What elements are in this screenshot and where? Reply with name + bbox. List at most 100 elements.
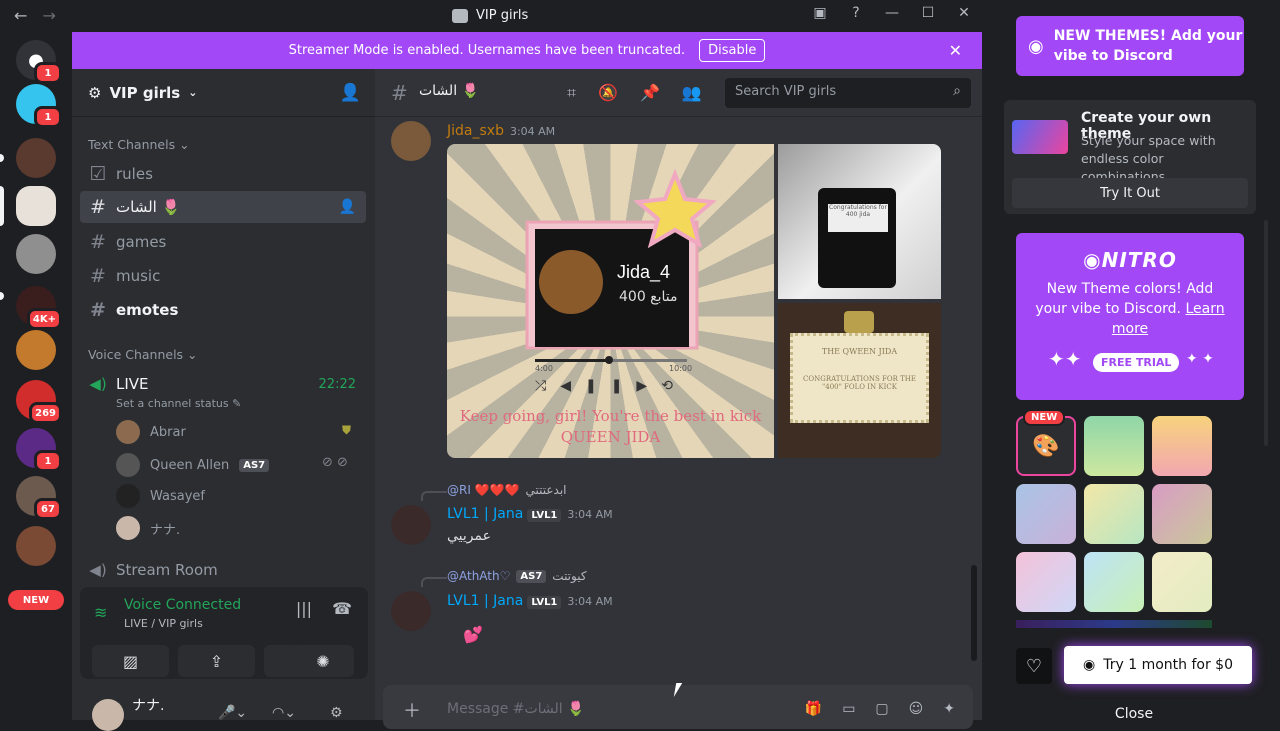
theme-swatch[interactable]	[1084, 484, 1144, 544]
window-controls: ▣ ? — ☐ ✕	[812, 5, 972, 21]
sticker-icon[interactable]: ▢	[875, 701, 888, 717]
hash-icon: #	[90, 299, 106, 321]
disable-button[interactable]: Disable	[699, 39, 766, 62]
channel-status[interactable]: Set a channel status ✎	[116, 397, 241, 410]
forward-arrow-icon[interactable]: →	[43, 6, 56, 25]
close-window-icon[interactable]: ✕	[956, 5, 972, 21]
camera-button[interactable]: ▨	[92, 645, 169, 677]
theme-swatch[interactable]	[1152, 552, 1212, 612]
reply-preview[interactable]: @AthAth♡ AS7 كيوتتت	[421, 569, 587, 587]
discord-home-icon[interactable]: ● 1	[16, 40, 62, 84]
cert-title: THE QWEEN JIDA	[821, 347, 898, 356]
theme-swatch[interactable]	[1084, 552, 1144, 612]
pin-icon[interactable]: 📌	[640, 83, 660, 103]
search-input[interactable]: Search VIP girls ⌕	[725, 78, 971, 108]
theme-swatch[interactable]	[1084, 416, 1144, 476]
server-icon[interactable]: 1	[16, 428, 62, 472]
channel-label: LIVE	[116, 375, 149, 393]
player-controls: ⤮◀❚❚▶⟲	[535, 378, 687, 394]
attach-icon[interactable]: ＋	[403, 697, 421, 723]
channel-label: الشات 🌷	[116, 198, 181, 216]
invite-icon[interactable]: 👤	[339, 199, 356, 215]
notifications-icon[interactable]: 🔕	[598, 83, 618, 103]
voice-status-title[interactable]: Voice Connected	[124, 597, 241, 613]
add-member-icon[interactable]: 👤	[340, 83, 361, 103]
voice-user[interactable]: ナナ.	[116, 514, 180, 542]
server-icon[interactable]: 67	[16, 476, 62, 520]
signal-icon[interactable]: ≋	[94, 603, 107, 622]
attachment-image[interactable]: THE QWEEN JIDA CONGRATULATIONS FOR THE "…	[778, 303, 941, 458]
server-icon[interactable]: 269	[16, 380, 62, 424]
close-icon[interactable]: ✕	[949, 41, 962, 60]
scrollbar[interactable]	[1264, 220, 1268, 446]
favorite-button[interactable]: ♡	[1016, 648, 1052, 684]
voice-user[interactable]: Queen Allen AS7	[116, 451, 270, 479]
new-themes-promo[interactable]: ◉ NEW THEMES! Add your vibe to Discord	[1016, 16, 1244, 76]
server-icon[interactable]	[16, 234, 56, 274]
message-author[interactable]: LVL1 | Jana LVL1 3:04 AM	[447, 593, 613, 609]
voice-channel-stream-room[interactable]: ◀) Stream Room	[80, 554, 366, 586]
attachment-image[interactable]: Jida_4 400 متابع 4:00 10:00 ⤮◀❚❚▶⟲ Keep …	[447, 144, 774, 458]
server-icon[interactable]	[16, 526, 56, 566]
headphones-icon[interactable]: ◠⌄	[272, 705, 296, 721]
channel-music[interactable]: # music	[80, 260, 366, 292]
channel-rules[interactable]: ☑ rules	[80, 158, 366, 190]
maximize-icon[interactable]: ☐	[920, 5, 936, 21]
username[interactable]: ナナ.	[132, 695, 164, 715]
user-settings-icon[interactable]: ⚙	[330, 705, 343, 721]
server-icon[interactable]	[16, 330, 56, 370]
voice-user-name: ナナ.	[150, 522, 181, 538]
voice-channel-live[interactable]: ◀) LIVE 22:22	[80, 368, 366, 400]
channel-games[interactable]: # games	[80, 226, 366, 258]
avatar[interactable]	[92, 699, 124, 731]
voice-user[interactable]: Wasayef	[116, 482, 205, 510]
live-timer: 22:22	[318, 376, 356, 392]
theme-swatch[interactable]	[1016, 484, 1076, 544]
avatar[interactable]	[391, 591, 431, 631]
create-theme-card: Create your own theme Style your space w…	[1004, 100, 1256, 214]
avatar[interactable]	[391, 121, 431, 161]
member-list-icon[interactable]: 👥	[682, 83, 702, 103]
channel-chat[interactable]: # الشات 🌷 👤	[80, 191, 366, 223]
server-icon[interactable]: 4K+	[16, 286, 62, 330]
server-icon[interactable]: 1	[16, 84, 62, 128]
help-icon[interactable]: ?	[848, 5, 864, 21]
scrollbar[interactable]	[971, 565, 977, 661]
category-voice-channels[interactable]: Voice Channels ⌄	[88, 347, 198, 362]
server-icon[interactable]	[16, 138, 56, 178]
emoji-icon[interactable]: ☺	[909, 701, 924, 717]
reply-preview[interactable]: @RI ❤️❤️❤️ ابدعتتتي	[421, 483, 567, 501]
screen-share-button[interactable]: ⇪	[178, 645, 255, 677]
inbox-icon[interactable]: ▣	[812, 5, 828, 21]
voice-user[interactable]: Abrar	[116, 418, 186, 446]
streamer-mode-banner: Streamer Mode is enabled. Usernames have…	[72, 32, 982, 69]
message-author[interactable]: Jida_sxb 3:04 AM	[447, 123, 555, 139]
channel-label: music	[116, 267, 161, 285]
gift-icon[interactable]: 🎁	[805, 701, 822, 717]
try-nitro-button[interactable]: ◉ Try 1 month for $0	[1064, 646, 1252, 684]
theme-swatch[interactable]	[1016, 552, 1076, 612]
avatar[interactable]	[391, 505, 431, 545]
channel-label: emotes	[116, 301, 179, 319]
attachment-image[interactable]: Congratulations for 400 jida	[778, 144, 941, 299]
gif-icon[interactable]: ▭	[842, 701, 855, 717]
microphone-icon[interactable]: 🎤⌄	[218, 705, 247, 721]
apps-icon[interactable]: ✦	[943, 701, 955, 717]
noise-suppression-icon[interactable]: |||	[296, 599, 312, 618]
server-header[interactable]: ⚙ VIP girls ⌄ 👤	[72, 69, 375, 117]
card-followers: 400 متابع	[619, 289, 678, 305]
soundboard-button[interactable]: ✺	[292, 645, 354, 677]
disconnect-icon[interactable]: ☎	[332, 599, 352, 618]
category-text-channels[interactable]: Text Channels ⌄	[88, 137, 190, 152]
theme-swatch[interactable]	[1152, 416, 1212, 476]
channel-emotes[interactable]: # emotes	[80, 294, 366, 326]
server-settings-icon: ⚙	[88, 83, 102, 102]
vip-girls-server-icon[interactable]	[16, 186, 56, 226]
soundboard-icon: ✺	[316, 651, 330, 671]
minimize-icon[interactable]: —	[884, 5, 900, 21]
try-it-out-button[interactable]: Try It Out	[1012, 178, 1248, 208]
back-arrow-icon[interactable]: ←	[14, 6, 27, 25]
message-author[interactable]: LVL1 | Jana LVL1 3:04 AM	[447, 506, 613, 522]
theme-swatch[interactable]	[1152, 484, 1212, 544]
threads-icon[interactable]: ⌗	[567, 83, 576, 103]
